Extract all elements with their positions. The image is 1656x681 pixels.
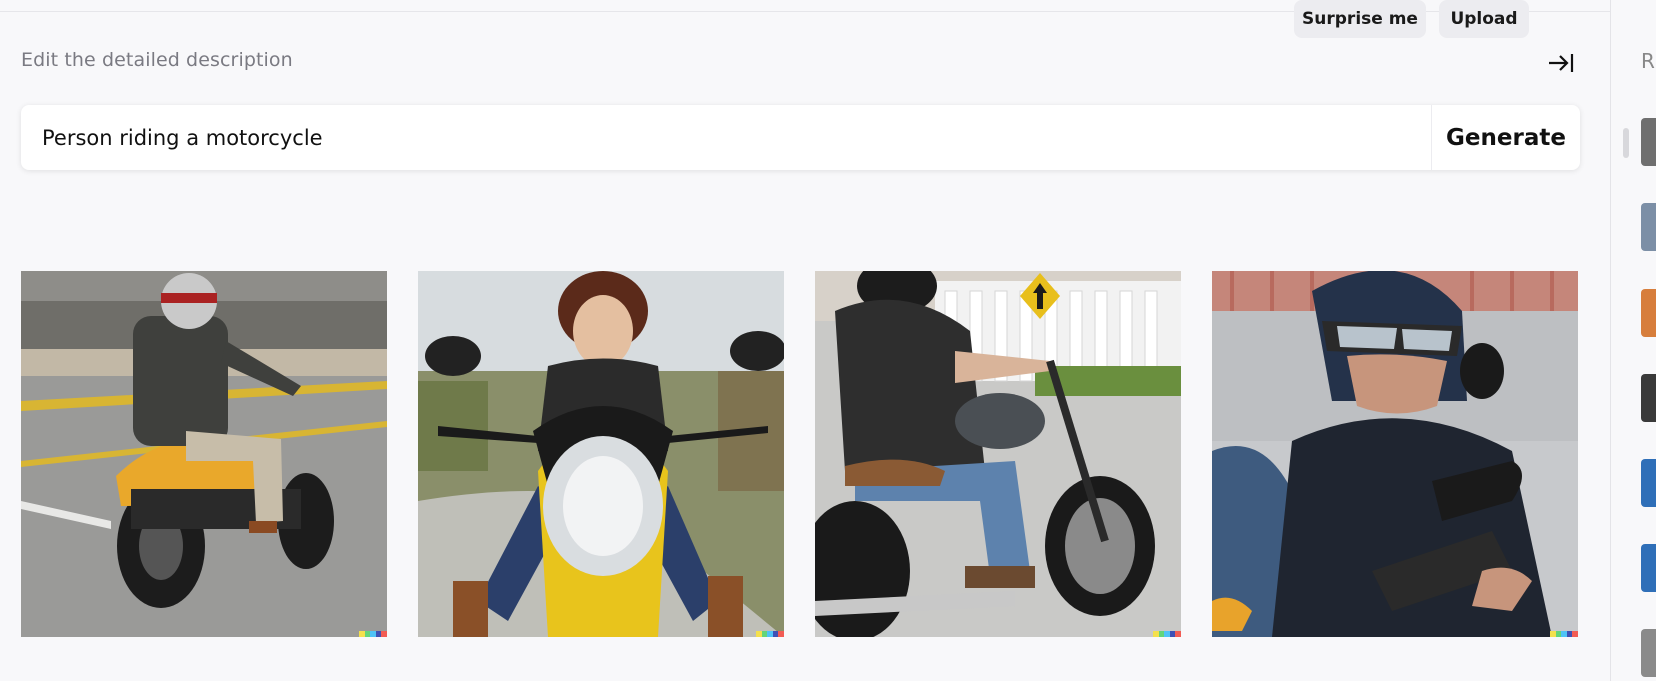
- watermark: [1153, 631, 1181, 637]
- prompt-bar: Generate: [21, 104, 1580, 171]
- history-sidebar: R: [1610, 0, 1656, 681]
- watermark: [1550, 631, 1578, 637]
- history-thumbnail[interactable]: [1641, 459, 1656, 507]
- result-image-1[interactable]: [21, 271, 387, 637]
- motorcycle-photo-1: [21, 271, 387, 637]
- sidebar-header: R: [1641, 49, 1655, 73]
- prompt-input[interactable]: [21, 104, 1431, 171]
- collapse-panel-icon[interactable]: [1546, 48, 1576, 78]
- history-thumbnail[interactable]: [1641, 374, 1656, 422]
- watermark: [756, 631, 784, 637]
- results-grid: [21, 271, 1581, 637]
- upload-button[interactable]: Upload: [1439, 0, 1529, 38]
- history-thumbnail[interactable]: [1641, 203, 1656, 251]
- page-title: Edit the detailed description: [21, 49, 293, 71]
- motorcycle-photo-4: [1212, 271, 1578, 637]
- scrollbar[interactable]: [1623, 128, 1629, 158]
- history-thumbnail[interactable]: [1641, 118, 1656, 166]
- result-image-4[interactable]: [1212, 271, 1578, 637]
- watermark: [359, 631, 387, 637]
- motorcycle-photo-3: [815, 271, 1181, 637]
- history-thumbnail[interactable]: [1641, 629, 1656, 677]
- result-image-2[interactable]: [418, 271, 784, 637]
- history-thumbnail[interactable]: [1641, 544, 1656, 592]
- generate-button[interactable]: Generate: [1432, 105, 1580, 170]
- main-panel: Edit the detailed description Surprise m…: [0, 0, 1610, 681]
- surprise-me-button[interactable]: Surprise me: [1294, 0, 1426, 38]
- history-thumbnail[interactable]: [1641, 289, 1656, 337]
- result-image-3[interactable]: [815, 271, 1181, 637]
- motorcycle-photo-2: [418, 271, 784, 637]
